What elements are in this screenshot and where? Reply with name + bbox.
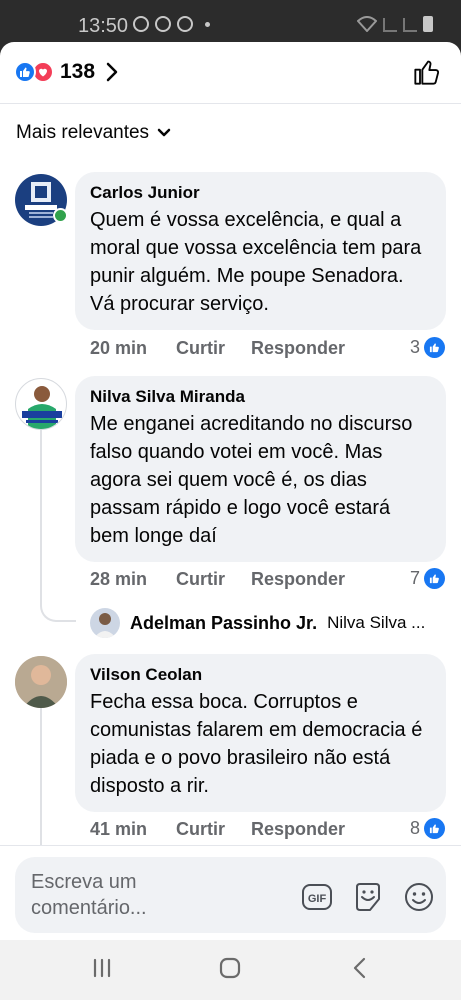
battery-icon (423, 16, 433, 32)
like-button[interactable]: Curtir (176, 338, 251, 359)
chevron-down-icon (157, 128, 171, 137)
like-count: 7 (409, 568, 420, 588)
back-icon[interactable] (348, 956, 372, 980)
reply-button[interactable]: Responder (251, 819, 345, 840)
android-nav-bar (0, 940, 461, 1000)
notification-icons (133, 16, 210, 32)
comment-author[interactable]: Nilva Silva Miranda (90, 386, 432, 408)
avatar-campaign-icon (22, 386, 62, 429)
comment-actions: 41 min Curtir Responder (90, 819, 345, 840)
like-count: 3 (409, 337, 420, 357)
home-icon[interactable] (218, 956, 242, 980)
reply-button[interactable]: Responder (251, 569, 345, 590)
like-post-button-icon[interactable] (413, 58, 441, 86)
like-reaction-icon (424, 818, 445, 839)
comment-text: Me enganei acreditando no discurso falso… (90, 413, 413, 547)
reply-avatar (90, 608, 120, 638)
comment-time: 41 min (90, 819, 148, 839)
signal-icon (383, 18, 397, 32)
reply-text: Nilva Silva ... (327, 613, 426, 632)
comment-actions: 28 min Curtir Responder (90, 569, 345, 590)
comment-bubble[interactable]: Vilson Ceolan Fecha essa boca. Corruptos… (75, 654, 446, 812)
like-reaction-icon (424, 337, 445, 358)
wifi-icon (357, 16, 377, 32)
avatar[interactable] (15, 378, 67, 430)
comment-composer-bar: Escreva um comentário... GIF (0, 845, 461, 940)
comment-bubble[interactable]: Nilva Silva Miranda Me enganei acreditan… (75, 376, 446, 562)
like-reaction-icon (14, 61, 36, 83)
like-count: 8 (409, 818, 420, 838)
reactions-summary[interactable]: 138 (14, 60, 119, 84)
reply-author: Adelman Passinho Jr. (130, 612, 318, 633)
comment-actions: 20 min Curtir Responder (90, 338, 345, 359)
whatsapp-icon (133, 16, 149, 32)
comment-bubble[interactable]: Carlos Junior Quem é vossa excelência, e… (75, 172, 446, 330)
like-button[interactable]: Curtir (176, 819, 251, 840)
sort-filter[interactable]: Mais relevantes (16, 122, 171, 144)
reply-button[interactable]: Responder (251, 338, 345, 359)
system-icons (357, 16, 433, 32)
comment-time: 20 min (90, 338, 148, 358)
comment-author[interactable]: Vilson Ceolan (90, 664, 432, 686)
comment-likes[interactable]: 8 (410, 818, 445, 839)
signal-icon-2 (403, 18, 417, 32)
like-button[interactable]: Curtir (176, 569, 251, 590)
status-time: 13:50 (78, 15, 129, 37)
status-bar: 13:50 (0, 0, 461, 48)
comments-sheet: 138 Mais relevantes Carlos Junior Quem é… (0, 42, 461, 940)
chevron-right-icon (106, 62, 118, 82)
comment-time: 28 min (90, 569, 148, 589)
reactions-header: 138 (0, 42, 461, 104)
recent-apps-icon[interactable] (90, 956, 114, 980)
more-notifications-dot-icon (205, 21, 210, 27)
chrome-icon (155, 16, 171, 32)
person-avatar-icon (94, 613, 116, 638)
comment-likes[interactable]: 3 (410, 337, 445, 358)
online-status-indicator (53, 208, 68, 223)
sticker-icon[interactable] (352, 881, 384, 913)
person-avatar-icon (15, 656, 67, 708)
chrome-icon-2 (177, 16, 193, 32)
reaction-count: 138 (60, 60, 96, 83)
reply-preview[interactable]: Adelman Passinho Jr. Nilva Silva ... (90, 608, 425, 638)
comment-text: Quem é vossa excelência, e qual a moral … (90, 209, 422, 315)
comment-input[interactable]: Escreva um comentário... GIF (15, 857, 446, 933)
svg-text:GIF: GIF (308, 893, 327, 905)
comment-text: Fecha essa boca. Corruptos e comunistas … (90, 691, 423, 797)
emoji-icon[interactable] (403, 881, 435, 913)
thread-line (40, 708, 42, 848)
thread-line (40, 430, 42, 600)
comment-author[interactable]: Carlos Junior (90, 182, 432, 204)
gif-icon[interactable]: GIF (301, 881, 333, 913)
thread-connector (40, 600, 76, 622)
avatar[interactable] (15, 656, 67, 708)
comment-likes[interactable]: 7 (410, 568, 445, 589)
sort-filter-label: Mais relevantes (16, 122, 150, 143)
like-reaction-icon (424, 568, 445, 589)
comment-input-placeholder: Escreva um comentário... (31, 871, 147, 919)
